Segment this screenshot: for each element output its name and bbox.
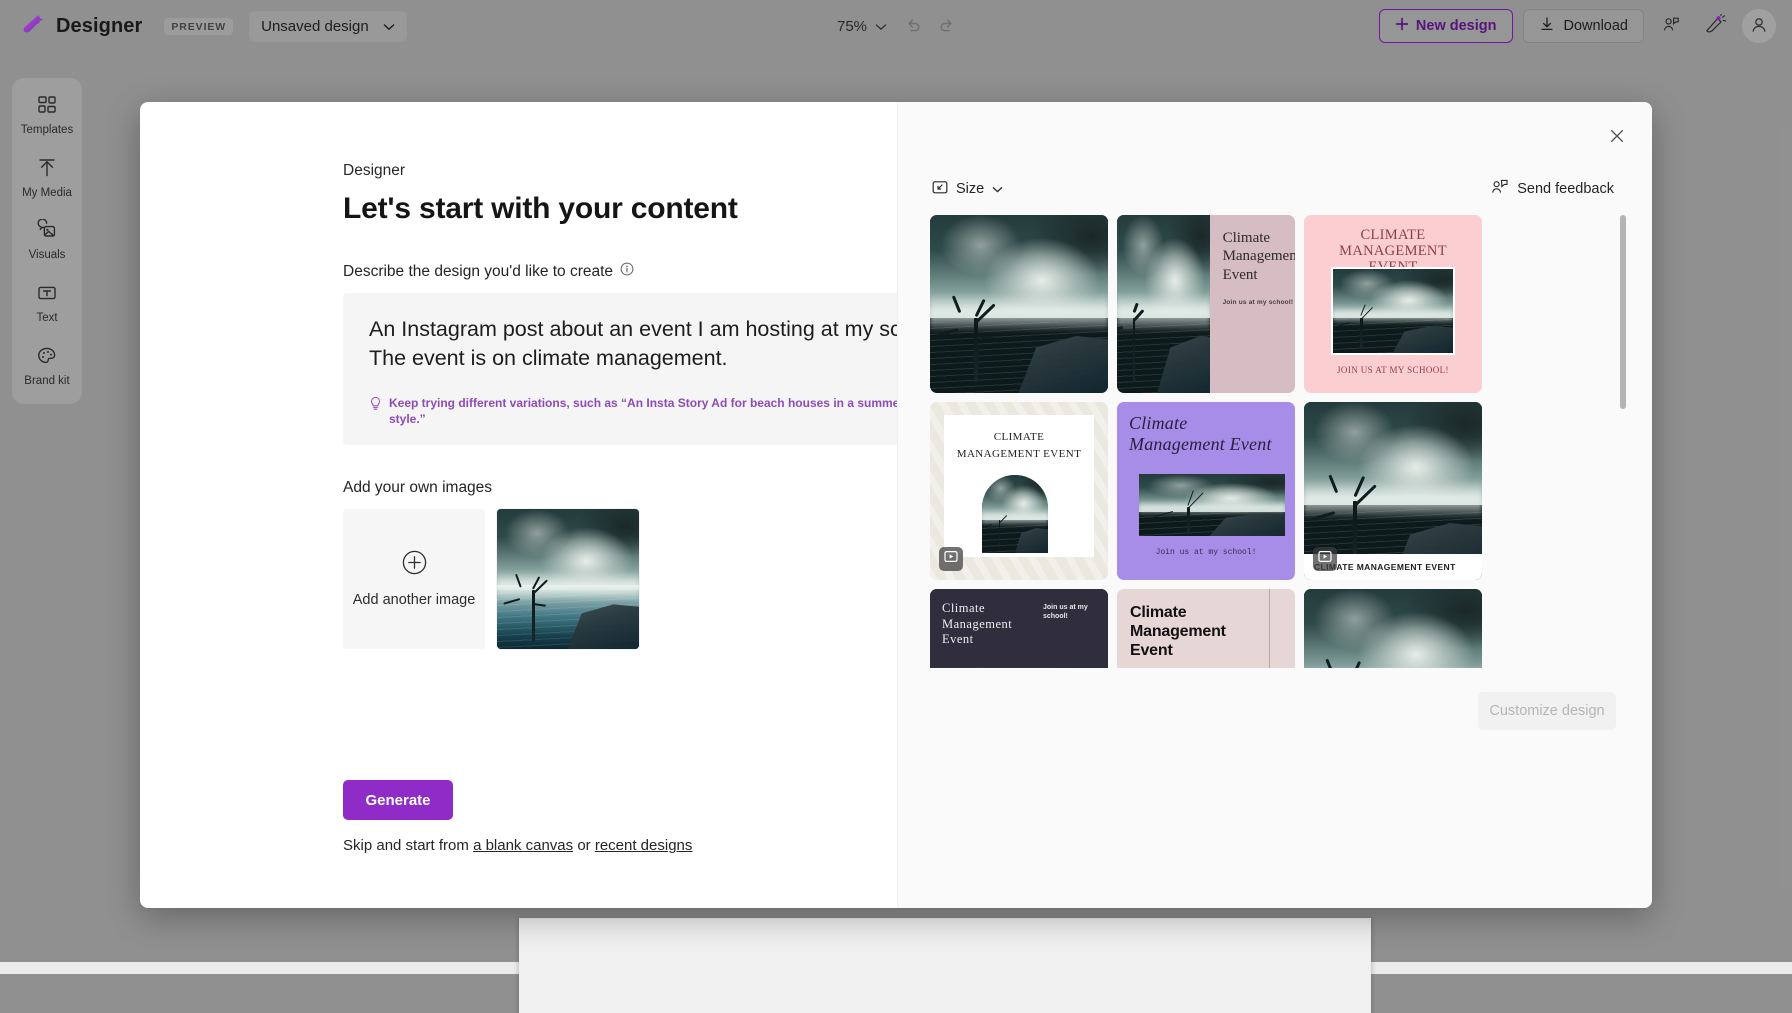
flooded-tree-storm-artwork <box>982 475 1048 553</box>
flooded-tree-storm-artwork <box>930 667 1108 668</box>
design-card-white-arch[interactable]: CLIMATE MANAGEMENT EVENT <box>930 402 1108 580</box>
card-title: CLIMATE MANAGEMENT EVENT <box>954 429 1084 462</box>
add-images-label: Add your own images <box>343 479 897 497</box>
designer-start-modal: Designer Let's start with your content D… <box>140 102 1652 908</box>
results-scrollbar-track[interactable] <box>1620 215 1626 668</box>
skip-row: Skip and start from a blank canvas or re… <box>343 837 692 854</box>
design-card-pink-framed[interactable]: CLIMATE MANAGEMENT EVENT <box>1304 215 1482 393</box>
card-title: Climate Management Event <box>1130 604 1246 661</box>
design-card-mauve-split[interactable]: Climate Management Event Join us at my s… <box>1117 215 1295 393</box>
lightbulb-icon <box>369 396 382 416</box>
prompt-input[interactable] <box>369 315 948 377</box>
info-circle-icon[interactable] <box>620 262 634 281</box>
close-icon <box>1609 128 1625 147</box>
prompt-hint: Keep trying different variations, such a… <box>369 396 948 433</box>
page-title: Let's start with your content <box>343 192 897 226</box>
feedback-icon <box>1490 178 1509 200</box>
flooded-tree-storm-artwork <box>930 215 1108 393</box>
prompt-hint-text: Keep trying different variations, such a… <box>389 396 948 427</box>
chevron-down-icon <box>992 181 1003 197</box>
flooded-tree-storm-artwork <box>1304 589 1482 668</box>
card-inner-frame: CLIMATE MANAGEMENT EVENT <box>944 415 1094 557</box>
customize-design-button[interactable]: Customize design <box>1478 692 1616 730</box>
video-play-icon <box>944 550 958 568</box>
image-row: Add another image <box>343 509 897 649</box>
design-card-dark-header[interactable]: Climate Management Event Join us at my s… <box>930 589 1108 668</box>
design-card-photo-plain-2[interactable] <box>1304 589 1482 668</box>
recent-designs-link[interactable]: recent designs <box>595 837 693 854</box>
close-button[interactable] <box>1600 120 1634 154</box>
results-header: Size Send feedback <box>898 174 1652 204</box>
resize-icon <box>932 180 948 199</box>
uploaded-image-thumbnail[interactable] <box>497 509 639 649</box>
card-title: Climate Management Event <box>942 601 1047 648</box>
divider <box>1269 589 1270 668</box>
describe-label: Describe the design you'd like to create <box>343 263 613 281</box>
size-dropdown[interactable]: Size <box>930 176 1005 203</box>
send-feedback-label: Send feedback <box>1517 181 1614 197</box>
card-photo <box>982 475 1048 553</box>
card-subtitle: Join us at my school! <box>1223 299 1294 306</box>
modal-left-pane: Designer Let's start with your content D… <box>140 102 897 908</box>
card-photo <box>1331 267 1455 355</box>
card-title: Climate Management Event <box>1223 229 1282 284</box>
card-photo <box>1139 474 1285 536</box>
flooded-tree-storm-artwork <box>497 509 639 649</box>
flooded-tree-storm-artwork <box>1117 215 1210 393</box>
card-photo <box>930 667 1108 668</box>
add-another-image-label: Add another image <box>353 592 476 608</box>
design-card-photo-plain[interactable] <box>930 215 1108 393</box>
skip-prefix: Skip and start from <box>343 837 469 854</box>
modal-eyebrow: Designer <box>343 162 897 180</box>
results-scrollbar-thumb[interactable] <box>1620 215 1626 409</box>
card-subtitle: JOIN US AT MY SCHOOL! <box>1304 365 1482 375</box>
card-subtitle: Join us at my school! <box>1117 548 1295 557</box>
add-another-image-button[interactable]: Add another image <box>343 509 485 649</box>
flooded-tree-storm-artwork <box>1333 269 1453 353</box>
video-badge <box>939 547 963 571</box>
design-card-pink-polaroid[interactable]: Climate Management Event <box>1117 589 1295 668</box>
blank-canvas-link[interactable]: a blank canvas <box>473 837 573 854</box>
design-card-purple-script[interactable]: Climate Management Event <box>1117 402 1295 580</box>
card-text-panel: Climate Management Event Join us at my s… <box>1210 215 1295 393</box>
card-header-band: Climate Management Event Join us at my s… <box>930 589 1108 667</box>
card-photo <box>1117 215 1210 393</box>
generate-button[interactable]: Generate <box>343 780 453 820</box>
design-results-scroll-area[interactable]: Climate Management Event Join us at my s… <box>930 215 1508 668</box>
design-results-grid: Climate Management Event Join us at my s… <box>930 215 1490 668</box>
describe-row: Describe the design you'd like to create <box>343 262 897 281</box>
card-subtitle: Join us at my school! <box>1043 603 1095 621</box>
design-card-photo-caption[interactable]: CLIMATE MANAGEMENT EVENT <box>1304 402 1482 580</box>
prompt-field-wrapper[interactable]: Keep trying different variations, such a… <box>343 293 974 445</box>
skip-separator: or <box>577 837 590 854</box>
flooded-tree-storm-artwork <box>1139 474 1285 536</box>
card-title: Climate Management Event <box>1129 413 1283 455</box>
size-label: Size <box>956 181 984 197</box>
modal-right-pane: Size Send feedback <box>897 102 1652 908</box>
plus-circle-icon <box>402 550 427 578</box>
send-feedback-button[interactable]: Send feedback <box>1488 174 1616 204</box>
video-badge <box>1313 547 1337 571</box>
video-play-icon <box>1318 550 1332 568</box>
